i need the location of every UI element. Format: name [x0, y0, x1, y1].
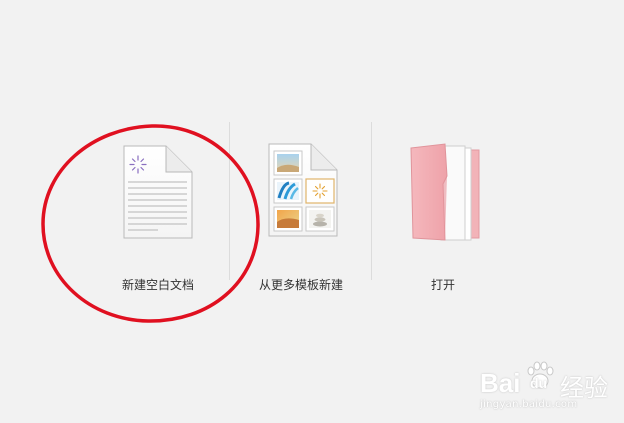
watermark: Bai du 经验 jingyan.baidu.com: [470, 348, 620, 418]
start-screen: 新建空白文档 从更多模板新建 打开 Bai du 经验 jingyan.baid…: [0, 0, 624, 423]
blank-document-icon: [88, 138, 228, 248]
divider: [229, 122, 230, 280]
new-from-template-label: 从更多模板新建: [258, 278, 343, 292]
open-label: 打开: [430, 278, 455, 292]
watermark-brand: Bai: [480, 368, 521, 398]
template-document-icon: [231, 138, 371, 248]
divider: [371, 122, 372, 280]
pink-folder-icon: [373, 138, 513, 248]
new-blank-document-label: 新建空白文档: [121, 278, 194, 292]
new-blank-document-button[interactable]: 新建空白文档: [88, 138, 228, 308]
paw-icon: [527, 361, 554, 389]
open-button[interactable]: 打开: [373, 138, 513, 308]
watermark-brand-suffix: du: [530, 375, 548, 391]
new-from-template-button[interactable]: 从更多模板新建: [231, 138, 371, 308]
watermark-product: 经验: [560, 374, 608, 402]
watermark-url: jingyan.baidu.com: [480, 399, 578, 410]
